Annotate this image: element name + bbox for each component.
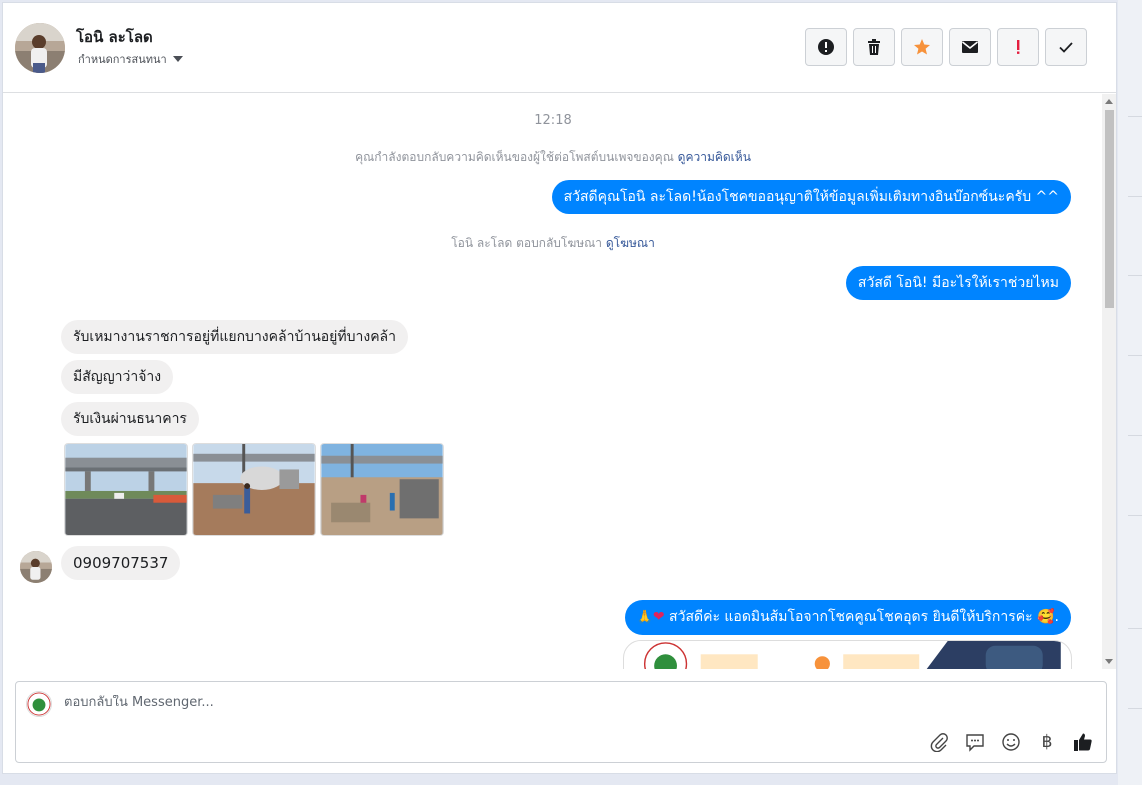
payment-button[interactable]: ฿ xyxy=(1034,730,1060,754)
sender-avatar[interactable] xyxy=(20,551,52,583)
promo-image-attachment[interactable] xyxy=(623,640,1072,669)
message-outgoing[interactable]: สวัสดี โอนิ! มีอะไรให้เราช่วยไหม xyxy=(845,266,1071,300)
heart-icon: ❤ xyxy=(652,609,665,625)
delete-button[interactable] xyxy=(853,28,895,66)
contact-name[interactable]: โอนิ ละโลด xyxy=(76,25,153,49)
message-incoming[interactable]: รับเหมางานราชการอยู่ที่แยกบางคล้าบ้านอยู… xyxy=(61,320,408,354)
message-incoming[interactable]: รับเงินผ่านธนาคาร xyxy=(61,402,199,436)
message-incoming[interactable]: 0909707537 xyxy=(61,546,181,580)
message-outgoing[interactable]: 🙏❤ สวัสดีค่ะ แอดมินส้มโอจากโชคคูณโชคอุดร… xyxy=(624,600,1071,635)
action-toolbar xyxy=(805,28,1093,66)
emoji-button[interactable] xyxy=(998,730,1024,754)
pray-icon: 🙏 xyxy=(636,610,653,625)
system-note-text: คุณกำลังตอบกลับความคิดเห็นของผู้ใช้ต่อโพ… xyxy=(355,150,678,164)
message-timestamp: 12:18 xyxy=(534,113,572,128)
reply-input[interactable] xyxy=(64,695,864,710)
assign-label: กำหนดการสนทนา xyxy=(78,53,167,66)
star-icon xyxy=(914,39,930,55)
trash-icon xyxy=(868,39,880,55)
message-text: สวัสดีค่ะ แอดมินส้มโอจากโชคคูณโชคอุดร ยิ… xyxy=(669,609,1033,625)
attach-button[interactable] xyxy=(926,730,952,754)
exclamation-icon xyxy=(1017,40,1020,54)
saved-replies-button[interactable] xyxy=(962,730,988,754)
side-strip xyxy=(1118,0,1142,785)
composer-tools: ฿ xyxy=(916,730,1096,754)
envelope-icon xyxy=(962,41,978,53)
mark-spam-button[interactable] xyxy=(805,28,847,66)
thread-scrollbar[interactable] xyxy=(1102,94,1116,669)
conversation-header: โอนิ ละโลด กำหนดการสนทนา xyxy=(3,3,1116,93)
scrollbar-thumb[interactable] xyxy=(1105,110,1114,308)
page-avatar xyxy=(26,691,52,717)
follow-up-button[interactable] xyxy=(997,28,1039,66)
star-button[interactable] xyxy=(901,28,943,66)
conversation-panel: โอนิ ละโลด กำหนดการสนทนา 12:18 คุณกำลังต… xyxy=(2,2,1117,774)
alert-circle-icon xyxy=(818,39,834,55)
smiling-face-icon: 🥰 xyxy=(1037,609,1055,625)
message-incoming[interactable]: มีสัญญาว่าจ้าง xyxy=(61,360,174,394)
mark-unread-button[interactable] xyxy=(949,28,991,66)
like-button[interactable] xyxy=(1070,730,1096,754)
chat-bubble-icon xyxy=(966,734,984,752)
view-comment-link[interactable]: ดูความคิดเห็น xyxy=(678,150,751,164)
system-note-ad: โอนิ ละโลด ตอบกลับโฆษณา ดูโฆษณา xyxy=(3,234,1103,253)
smiley-icon xyxy=(1002,733,1020,751)
message-thread[interactable]: 12:18 คุณกำลังตอบกลับความคิดเห็นของผู้ใช… xyxy=(3,94,1116,669)
scroll-down-icon[interactable] xyxy=(1105,659,1113,664)
contact-avatar[interactable] xyxy=(15,23,65,73)
scroll-up-icon[interactable] xyxy=(1105,99,1113,104)
message-suffix: . xyxy=(1054,609,1059,625)
check-icon xyxy=(1059,42,1073,53)
baht-icon: ฿ xyxy=(1041,732,1053,752)
message-outgoing[interactable]: สวัสดีคุณโอนิ ละโลด!น้องโชคขออนุญาติให้ข… xyxy=(551,180,1071,214)
caret-down-icon xyxy=(172,56,183,62)
thumbs-up-icon xyxy=(1074,733,1092,751)
system-note-comment: คุณกำลังตอบกลับความคิดเห็นของผู้ใช้ต่อโพ… xyxy=(3,148,1103,167)
mark-done-button[interactable] xyxy=(1045,28,1087,66)
attachment-photo[interactable] xyxy=(320,443,444,536)
attachment-photo[interactable] xyxy=(192,443,316,536)
system-note-text: โอนิ ละโลด ตอบกลับโฆษณา xyxy=(451,236,606,250)
view-ad-link[interactable]: ดูโฆษณา xyxy=(606,236,655,250)
attachment-photo[interactable] xyxy=(64,443,188,536)
reply-composer: ฿ xyxy=(15,681,1107,763)
assign-conversation-dropdown[interactable]: กำหนดการสนทนา xyxy=(78,50,183,68)
paperclip-icon xyxy=(930,733,948,752)
